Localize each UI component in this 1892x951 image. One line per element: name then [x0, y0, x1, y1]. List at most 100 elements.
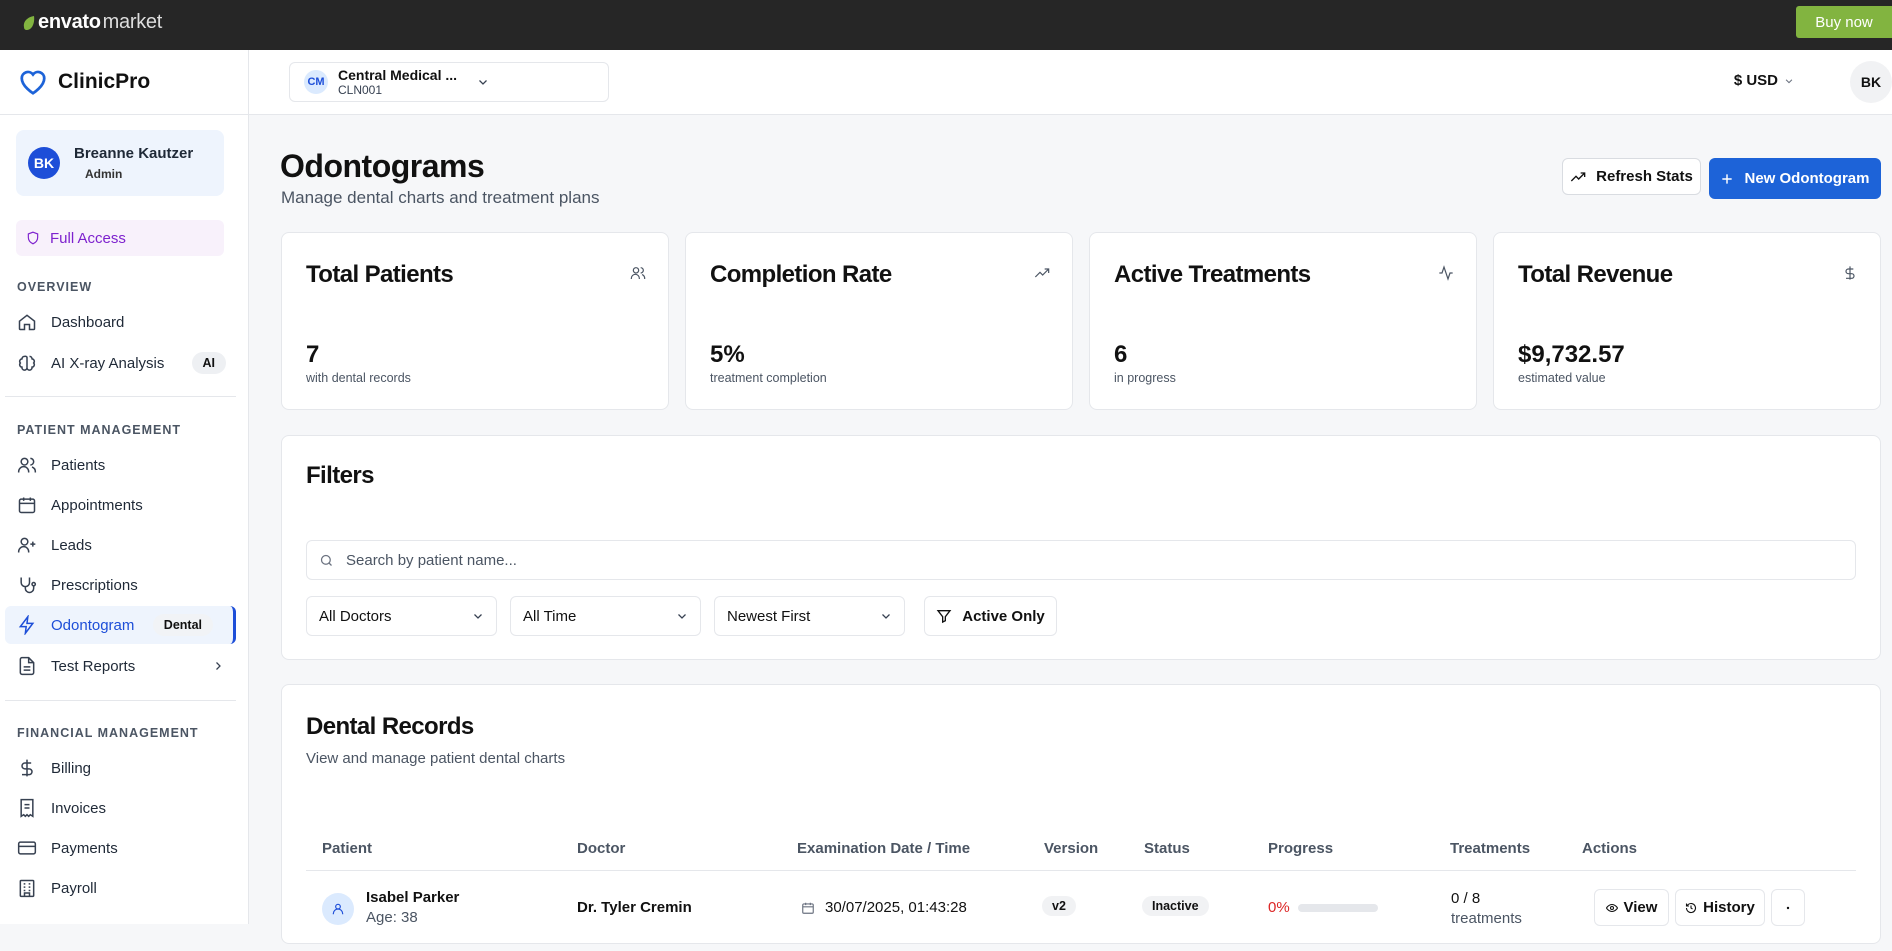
- active-only-button[interactable]: Active Only: [924, 596, 1057, 636]
- users-icon: [630, 267, 646, 279]
- refresh-stats-button[interactable]: Refresh Stats: [1562, 158, 1701, 195]
- clinic-selector[interactable]: CM Central Medical ... CLN001: [289, 62, 609, 102]
- user-card[interactable]: BK Breanne Kautzer Admin: [16, 130, 224, 196]
- zap-icon: [18, 615, 35, 635]
- new-odontogram-button[interactable]: New Odontogram: [1709, 158, 1881, 199]
- stat-title: Total Patients: [306, 261, 454, 288]
- column-header: Actions: [1582, 840, 1638, 857]
- nav-appointments[interactable]: Appointments: [5, 486, 236, 524]
- envato-logo[interactable]: envato market: [22, 11, 162, 34]
- sort-select[interactable]: Newest First: [714, 596, 905, 636]
- stat-value: 7: [306, 341, 320, 368]
- progress-bar: [1297, 903, 1378, 912]
- nav-invoices[interactable]: Invoices: [5, 789, 236, 827]
- dollar-icon: [21, 759, 33, 777]
- column-header: Status: [1144, 840, 1190, 857]
- home-icon: [18, 314, 36, 331]
- user-plus-icon: [17, 537, 36, 553]
- shield-icon: [27, 231, 39, 245]
- activity-icon: [1439, 265, 1453, 281]
- dental-records-card: Dental Records View and manage patient d…: [281, 684, 1881, 944]
- user-menu-avatar[interactable]: BK: [1850, 61, 1892, 103]
- stat-card-total-patients: Total Patients 7 with dental records: [281, 232, 669, 410]
- search-input[interactable]: Search by patient name...: [306, 540, 1856, 580]
- exam-date: 30/07/2025, 01:43:28: [801, 899, 967, 916]
- column-header: Patient: [322, 840, 373, 857]
- version-badge: v2: [1042, 896, 1076, 916]
- column-header: Version: [1044, 840, 1099, 857]
- nav-dashboard[interactable]: Dashboard: [5, 303, 236, 341]
- stat-card-active-treatments: Active Treatments 6 in progress: [1089, 232, 1477, 410]
- buy-now-button[interactable]: Buy now: [1796, 6, 1892, 38]
- column-header: Doctor: [577, 840, 626, 857]
- top-header: CM Central Medical ... CLN001 $ USD BK: [249, 50, 1892, 115]
- nav-leads[interactable]: Leads: [5, 526, 236, 564]
- chevron-right-icon: [216, 662, 221, 670]
- history-button[interactable]: History: [1675, 889, 1765, 926]
- nav-payroll[interactable]: Payroll: [5, 869, 236, 907]
- chevron-down-icon: [479, 80, 487, 85]
- file-text-icon: [19, 656, 35, 676]
- doctor-select[interactable]: All Doctors: [306, 596, 497, 636]
- more-vertical-icon: [1786, 906, 1790, 909]
- trending-up-icon: [1571, 171, 1586, 181]
- filters-title: Filters: [306, 462, 374, 489]
- patient-avatar: [322, 893, 354, 925]
- page-subtitle: Manage dental charts and treatment plans: [281, 188, 600, 207]
- dollar-icon: [1845, 266, 1855, 280]
- patient-name[interactable]: Isabel Parker: [366, 889, 459, 906]
- view-button[interactable]: View: [1594, 889, 1669, 926]
- divider: [5, 700, 236, 701]
- stat-title: Total Revenue: [1518, 261, 1673, 288]
- time-select[interactable]: All Time: [510, 596, 701, 636]
- nav-ai-xray[interactable]: AI X-ray Analysis AI: [5, 344, 236, 382]
- search-placeholder: Search by patient name...: [346, 551, 517, 569]
- brain-icon: [18, 355, 36, 371]
- stat-title: Completion Rate: [710, 261, 892, 288]
- ai-badge: AI: [191, 352, 226, 374]
- column-header: Examination Date / Time: [797, 840, 971, 857]
- nav-test-reports[interactable]: Test Reports: [5, 647, 236, 685]
- clinic-avatar: CM: [304, 70, 328, 94]
- nav-billing[interactable]: Billing: [5, 749, 236, 787]
- stat-value: 5%: [710, 341, 745, 368]
- column-header: Treatments: [1450, 840, 1531, 857]
- stat-card-completion-rate: Completion Rate 5% treatment completion: [685, 232, 1073, 410]
- receipt-icon: [20, 798, 34, 818]
- filters-card: Filters Search by patient name... All Do…: [281, 435, 1881, 660]
- plus-icon: [1722, 173, 1733, 184]
- app-name: ClinicPro: [58, 70, 151, 93]
- stat-title: Active Treatments: [1114, 261, 1311, 288]
- column-header: Progress: [1268, 840, 1334, 857]
- stat-value: $9,732.57: [1518, 341, 1625, 368]
- clinic-name: Central Medical ...: [338, 67, 458, 83]
- avatar: BK: [28, 147, 60, 179]
- dental-badge: Dental: [152, 614, 213, 636]
- clinic-code: CLN001: [338, 83, 383, 97]
- stat-card-total-revenue: Total Revenue $9,732.57 estimated value: [1493, 232, 1881, 410]
- credit-card-icon: [17, 841, 37, 855]
- nav-odontogram[interactable]: Odontogram Dental: [5, 606, 236, 644]
- progress: 0%: [1268, 899, 1378, 916]
- chevron-down-icon: [678, 614, 686, 619]
- nav-patients[interactable]: Patients: [5, 446, 236, 484]
- table-row[interactable]: Isabel Parker Age: 38 Dr. Tyler Cremin 3…: [306, 871, 1856, 951]
- user-icon: [332, 903, 344, 915]
- search-icon: [320, 554, 332, 566]
- eye-icon: [1605, 903, 1618, 912]
- patient-age: Age: 38: [366, 909, 418, 926]
- divider: [5, 396, 236, 397]
- access-badge: Full Access: [16, 220, 224, 256]
- more-actions-button[interactable]: [1771, 889, 1805, 926]
- page-title: Odontograms: [280, 148, 485, 184]
- nav-payments[interactable]: Payments: [5, 829, 236, 867]
- section-patient-management: PATIENT MANAGEMENT: [17, 423, 182, 437]
- nav-prescriptions[interactable]: Prescriptions: [5, 566, 236, 604]
- currency-selector[interactable]: $ USD: [1734, 72, 1794, 89]
- section-overview: OVERVIEW: [17, 280, 93, 294]
- stat-value: 6: [1114, 341, 1128, 368]
- stat-label: in progress: [1114, 371, 1176, 385]
- stat-label: with dental records: [306, 371, 411, 385]
- treatments-count: 0 / 8 treatments: [1451, 890, 1522, 927]
- app-brand[interactable]: ClinicPro: [0, 50, 248, 115]
